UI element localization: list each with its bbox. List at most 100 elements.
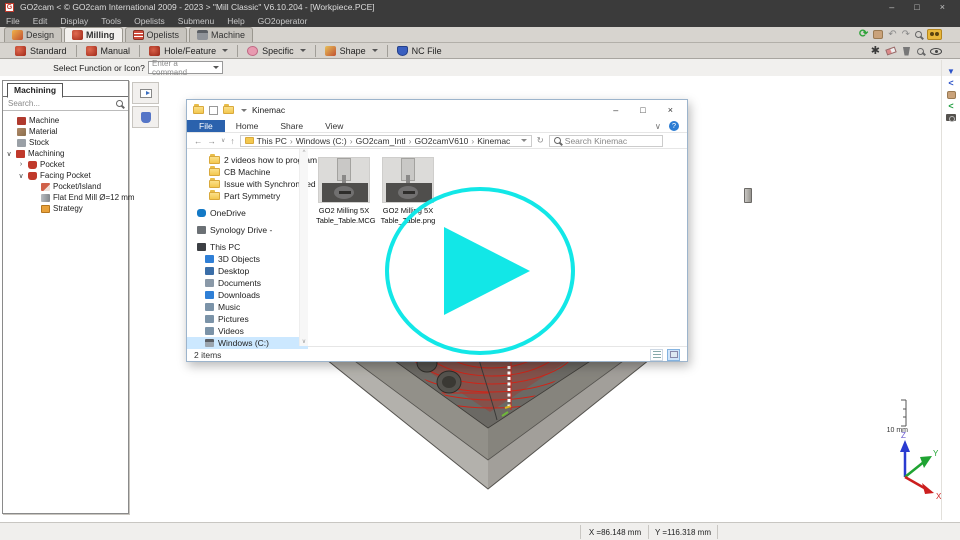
- tree-item-material[interactable]: Material: [3, 126, 128, 137]
- zoom-window-icon[interactable]: [917, 48, 924, 55]
- menu-opelists[interactable]: Opelists: [134, 16, 165, 26]
- tree-item-machine[interactable]: Machine: [3, 115, 128, 126]
- redo-icon[interactable]: ↷: [902, 30, 910, 40]
- crumb-kinemac[interactable]: Kinemac: [477, 136, 510, 146]
- play-icon[interactable]: [444, 227, 530, 315]
- manual-button[interactable]: Manual: [79, 44, 138, 58]
- sidebar-scrollbar[interactable]: ^ ∨: [299, 149, 308, 346]
- explorer-search-input[interactable]: Search Kinemac: [549, 135, 663, 147]
- sidebar-this-pc[interactable]: This PC: [187, 241, 308, 253]
- menu-tools[interactable]: Tools: [101, 16, 121, 26]
- sidebar-synology[interactable]: Synology Drive -: [187, 224, 308, 236]
- crumb-go2cam-intl[interactable]: GO2cam_Intl: [356, 136, 406, 146]
- sidebar-folder[interactable]: Part Symmetry: [187, 190, 308, 202]
- shape-button[interactable]: Shape: [318, 44, 385, 58]
- machining-panel-tab[interactable]: Machining: [7, 83, 63, 98]
- explorer-tab-home[interactable]: Home: [225, 120, 270, 132]
- sidebar-downloads[interactable]: Downloads: [187, 289, 308, 301]
- up-icon[interactable]: ↑: [230, 136, 234, 146]
- panel-side-button-glove[interactable]: [132, 106, 159, 128]
- sidebar-windows-c[interactable]: Windows (C:): [187, 337, 308, 349]
- sidebar-folder[interactable]: 2 videos how to program a 3X Deb: [187, 154, 308, 166]
- command-input[interactable]: Enter a command: [148, 61, 223, 74]
- tree-search[interactable]: Search...: [3, 97, 128, 111]
- camera-icon[interactable]: [946, 114, 956, 121]
- minimize-button[interactable]: –: [889, 2, 894, 12]
- close-button[interactable]: ×: [940, 2, 945, 12]
- sync-icon[interactable]: ⟳: [859, 29, 868, 40]
- sidebar-desktop[interactable]: Desktop: [187, 265, 308, 277]
- sidebar-documents[interactable]: Documents: [187, 277, 308, 289]
- collapse-blue-icon[interactable]: <: [948, 79, 953, 88]
- help-icon[interactable]: ?: [669, 121, 679, 131]
- menu-edit[interactable]: Edit: [33, 16, 48, 26]
- menu-help[interactable]: Help: [227, 16, 244, 26]
- nc-file-button[interactable]: NC File: [390, 44, 449, 58]
- hand-icon[interactable]: [947, 91, 956, 99]
- tree-item-facing-pocket[interactable]: ∨Facing Pocket: [3, 170, 128, 181]
- collapse-green-icon[interactable]: <: [948, 102, 953, 111]
- sidebar-3d-objects[interactable]: 3D Objects: [187, 253, 308, 265]
- sidebar-folder[interactable]: CB Machine: [187, 166, 308, 178]
- tab-milling[interactable]: Milling: [64, 27, 123, 42]
- specific-button[interactable]: Specific: [240, 44, 313, 58]
- thumbnail-view-button[interactable]: [667, 349, 680, 361]
- list-view-button[interactable]: [650, 349, 663, 361]
- expand-icon[interactable]: ∨: [17, 172, 25, 180]
- scroll-up-icon[interactable]: ^: [303, 150, 306, 156]
- forward-icon[interactable]: →: [208, 136, 217, 146]
- back-icon[interactable]: ←: [194, 136, 203, 146]
- zoom-icon[interactable]: [915, 31, 922, 38]
- sidebar-folder[interactable]: Issue with Synchronised Tools: [187, 178, 308, 190]
- file-mcg[interactable]: GO2 Milling 5X Table_Table.MCG: [316, 157, 372, 226]
- crumb-this-pc[interactable]: This PC: [257, 136, 287, 146]
- tree-item-flat-end-mill[interactable]: Flat End Mill Ø=12 mm: [3, 192, 128, 203]
- quick-access-check-icon[interactable]: [209, 106, 218, 115]
- eraser-icon[interactable]: [885, 46, 896, 55]
- panel-side-button-simulation[interactable]: [132, 82, 159, 104]
- grab-icon[interactable]: [873, 30, 883, 39]
- tab-opelists[interactable]: Opelists: [125, 27, 188, 42]
- tree-item-pocket-island[interactable]: Pocket/Island: [3, 181, 128, 192]
- crumb-windows-c[interactable]: Windows (C:): [296, 136, 347, 146]
- menu-submenu[interactable]: Submenu: [178, 16, 214, 26]
- glasses-icon[interactable]: [927, 29, 942, 40]
- explorer-minimize-button[interactable]: –: [613, 105, 618, 115]
- explorer-tab-share[interactable]: Share: [269, 120, 314, 132]
- expand-icon[interactable]: ∨: [5, 150, 13, 158]
- filter-icon[interactable]: ▼: [947, 68, 955, 76]
- bucket-icon[interactable]: [902, 47, 911, 56]
- breadcrumb[interactable]: This PC› Windows (C:)› GO2cam_Intl› GO2c…: [240, 135, 532, 147]
- explorer-close-button[interactable]: ×: [668, 105, 673, 115]
- sidebar-videos[interactable]: Videos: [187, 325, 308, 337]
- maximize-button[interactable]: □: [914, 2, 919, 12]
- chevron-down-icon[interactable]: [241, 109, 247, 112]
- explorer-tab-file[interactable]: File: [187, 120, 225, 132]
- burst-icon[interactable]: ✱: [871, 46, 880, 57]
- eye-icon[interactable]: [930, 48, 942, 55]
- history-icon[interactable]: ∨: [221, 137, 225, 144]
- ribbon-collapse-icon[interactable]: ∨: [655, 121, 661, 132]
- tree-item-stock[interactable]: Stock: [3, 137, 128, 148]
- explorer-maximize-button[interactable]: □: [640, 105, 645, 115]
- explorer-tab-view[interactable]: View: [314, 120, 354, 132]
- crumb-go2camv610[interactable]: GO2camV610: [415, 136, 469, 146]
- menu-display[interactable]: Display: [60, 16, 88, 26]
- sidebar-pictures[interactable]: Pictures: [187, 313, 308, 325]
- collapse-icon[interactable]: ›: [17, 161, 25, 168]
- hole-feature-button[interactable]: Hole/Feature: [142, 44, 235, 58]
- tree-item-pocket[interactable]: ›Pocket: [3, 159, 128, 170]
- scroll-down-icon[interactable]: ∨: [302, 338, 306, 345]
- chevron-down-icon[interactable]: [521, 139, 527, 142]
- tab-machine[interactable]: Machine: [189, 27, 253, 42]
- tree-item-machining[interactable]: ∨Machining: [3, 148, 128, 159]
- menu-file[interactable]: File: [6, 16, 20, 26]
- sidebar-onedrive[interactable]: OneDrive: [187, 207, 308, 219]
- standard-button[interactable]: Standard: [8, 44, 74, 58]
- tab-design[interactable]: Design: [4, 27, 62, 42]
- tree-item-strategy[interactable]: Strategy: [3, 203, 128, 214]
- sidebar-music[interactable]: Music: [187, 301, 308, 313]
- menu-go2operator[interactable]: GO2operator: [258, 16, 308, 26]
- undo-icon[interactable]: ↶: [888, 30, 896, 40]
- refresh-icon[interactable]: ↻: [537, 135, 544, 146]
